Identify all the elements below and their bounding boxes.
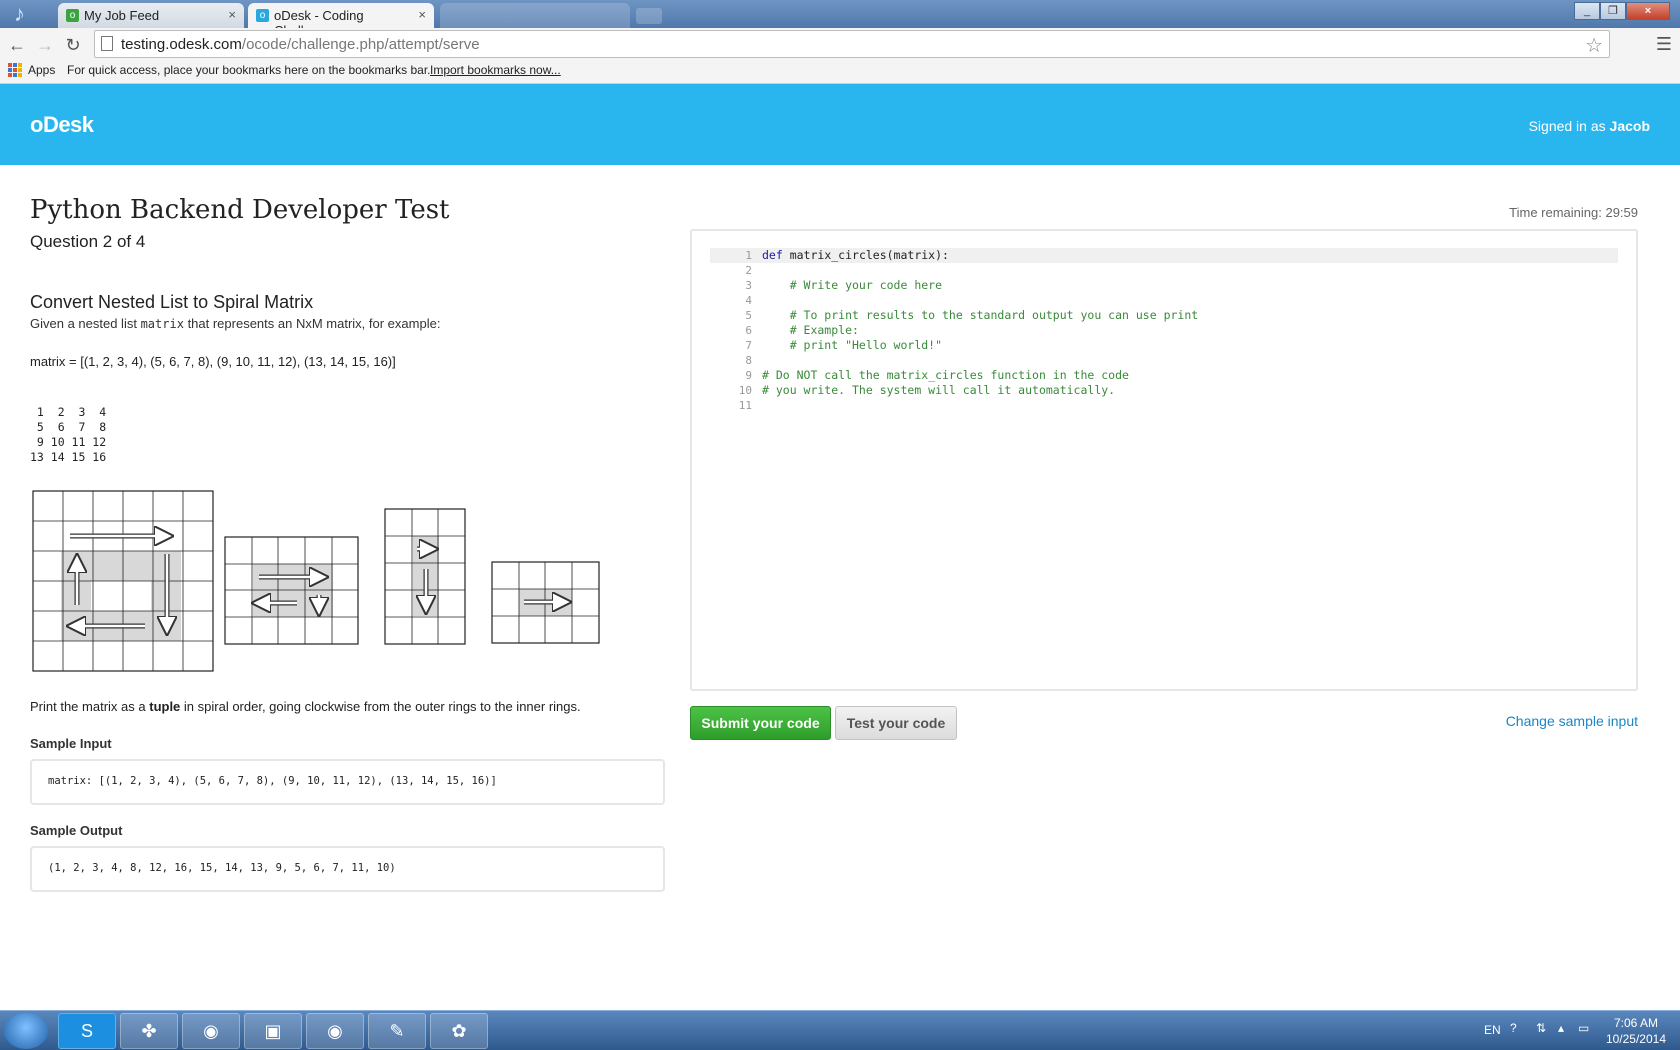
code-line[interactable]: 9 # Do NOT call the matrix_circles functi… [710, 368, 1618, 383]
odesk-favicon-icon: o [66, 9, 79, 22]
code-line[interactable]: 6 # Example: [710, 323, 1618, 338]
browser-toolbar: ← → ↻ testing.odesk.com/ocode/challenge.… [0, 28, 1680, 84]
tab-label: My Job Feed [84, 8, 160, 23]
code-line[interactable]: 8 [710, 353, 1618, 368]
code-line[interactable]: 1 def matrix_circles(matrix): [710, 248, 1618, 263]
close-window-icon[interactable]: × [1626, 2, 1670, 20]
code-text: # Write your code here [762, 278, 943, 292]
matrix-display: 1 2 3 4 5 6 7 8 9 10 11 12 13 14 15 16 [30, 405, 107, 464]
question-counter: Question 2 of 4 [30, 232, 146, 251]
site-header: oDesk Signed in as Jacob [0, 84, 1680, 165]
odesk-logo[interactable]: oDesk [30, 112, 94, 138]
hamburger-menu-icon[interactable]: ☰ [1656, 34, 1672, 55]
problem-description: Given a nested list matrix that represen… [30, 316, 441, 331]
user-name[interactable]: Jacob [1610, 118, 1650, 134]
forward-arrow-icon[interactable]: → [32, 32, 58, 58]
code-line[interactable]: 11 [710, 398, 1618, 413]
close-tab-icon[interactable]: × [228, 7, 236, 22]
change-sample-input-link[interactable]: Change sample input [1506, 713, 1638, 729]
tab-background[interactable] [440, 3, 630, 28]
apps-link[interactable]: Apps [28, 63, 55, 77]
problem-title: Convert Nested List to Spiral Matrix [30, 292, 314, 312]
code-line[interactable]: 2 [710, 263, 1618, 278]
tab-coding-challenge[interactable]: o oDesk - Coding Challenge × [248, 3, 434, 38]
time-remaining: Time remaining: 29:59 [1509, 205, 1638, 220]
sample-input-box: matrix: [(1, 2, 3, 4), (5, 6, 7, 8), (9,… [30, 759, 665, 805]
browser-titlebar: ♪ o My Job Feed × o oDesk - Coding Chall… [0, 0, 1680, 38]
page-title: Python Backend Developer Test [30, 195, 450, 225]
clover-icon[interactable]: ✤ [120, 1013, 178, 1049]
language-indicator[interactable]: EN [1484, 1023, 1501, 1037]
bookmarks-message: For quick access, place your bookmarks h… [67, 63, 431, 77]
code-line[interactable]: 5 # To print results to the standard out… [710, 308, 1618, 323]
line-number: 4 [745, 294, 752, 307]
minimize-icon[interactable]: _ [1574, 2, 1600, 20]
line-number: 6 [745, 324, 752, 337]
grid-6x6 [32, 490, 214, 672]
grid-3x5 [384, 508, 466, 645]
palette-icon[interactable]: ✿ [430, 1013, 488, 1049]
line-number: 5 [745, 309, 752, 322]
chrome-alt-icon[interactable]: ◉ [306, 1013, 364, 1049]
line-number: 1 [745, 249, 752, 262]
bookmarks-bar: Apps For quick access, place your bookma… [0, 58, 1680, 82]
bookmark-star-icon[interactable]: ☆ [1585, 33, 1603, 58]
close-tab-icon[interactable]: × [418, 7, 426, 22]
line-number: 8 [745, 354, 752, 367]
spiral-diagram [32, 490, 600, 672]
grid-5x4 [224, 536, 359, 645]
url-text: testing.odesk.com/ocode/challenge.php/at… [121, 36, 480, 53]
code-line[interactable]: 10 # you write. The system will call it a… [710, 383, 1618, 398]
address-bar[interactable]: testing.odesk.com/ocode/challenge.php/at… [94, 30, 1610, 58]
start-button[interactable] [4, 1013, 48, 1049]
chrome-icon[interactable]: ◉ [182, 1013, 240, 1049]
signed-in-status: Signed in as Jacob [1528, 118, 1650, 134]
new-tab-button[interactable] [636, 8, 662, 24]
music-note-icon: ♪ [14, 1, 25, 26]
line-number: 10 [738, 384, 752, 397]
code-text: # print "Hello world!" [762, 338, 943, 352]
apps-grid-icon[interactable] [8, 63, 22, 77]
line-number: 11 [738, 399, 752, 412]
submit-code-button[interactable]: Submit your code [690, 706, 831, 740]
system-tray: EN ? ⇅ ▴ ▭ 7:06 AM 10/25/2014 [1480, 1011, 1680, 1050]
code-text: def matrix_circles(matrix): [762, 248, 949, 262]
code-line[interactable]: 3 # Write your code here [710, 278, 1618, 293]
windows-taskbar: S ✤ ◉ ▣ ◉ ✎ ✿ EN ? ⇅ ▴ ▭ 7:06 AM 10/25/2… [0, 1010, 1680, 1050]
code-text: # you write. The system will call it aut… [762, 383, 1116, 397]
skype-icon[interactable]: S [58, 1013, 116, 1049]
tab-my-job-feed[interactable]: o My Job Feed × [58, 3, 244, 28]
test-code-button[interactable]: Test your code [835, 706, 957, 740]
problem-instructions: Print the matrix as a tuple in spiral or… [30, 699, 581, 714]
network-icon[interactable]: ⇅ [1536, 1021, 1546, 1035]
line-number: 2 [745, 264, 752, 277]
line-number: 7 [745, 339, 752, 352]
odesk-favicon-icon: o [256, 9, 269, 22]
maximize-icon[interactable]: ❐ [1600, 2, 1626, 20]
code-line[interactable]: 7 # print "Hello world!" [710, 338, 1618, 353]
page-icon [101, 36, 113, 51]
clock[interactable]: 7:06 AM 10/25/2014 [1606, 1015, 1666, 1047]
action-center-icon[interactable]: ▭ [1578, 1021, 1589, 1035]
sample-output-box: (1, 2, 3, 4, 8, 12, 16, 15, 14, 13, 9, 5… [30, 846, 665, 892]
sample-input-label: Sample Input [30, 736, 112, 751]
line-number: 3 [745, 279, 752, 292]
paint-tool-icon[interactable]: ✎ [368, 1013, 426, 1049]
code-line[interactable]: 4 [710, 293, 1618, 308]
code-text: # Do NOT call the matrix_circles functio… [762, 368, 1129, 382]
import-bookmarks-link[interactable]: Import bookmarks now... [430, 63, 561, 77]
code-text: # To print results to the standard outpu… [762, 308, 1199, 322]
grid-4x3 [491, 561, 600, 644]
help-icon[interactable]: ? [1510, 1021, 1517, 1035]
line-number: 9 [745, 369, 752, 382]
back-arrow-icon[interactable]: ← [4, 32, 30, 58]
sample-output-label: Sample Output [30, 823, 123, 838]
reload-icon[interactable]: ↻ [60, 32, 86, 58]
book-app-icon[interactable]: ▣ [244, 1013, 302, 1049]
window-controls: _ ❐ × [1574, 2, 1670, 20]
tray-expand-icon[interactable]: ▴ [1558, 1021, 1564, 1035]
code-editor[interactable]: 1 def matrix_circles(matrix): 2 3 # Write y… [690, 229, 1638, 691]
code-text: # Example: [762, 323, 859, 337]
problem-example: matrix = [(1, 2, 3, 4), (5, 6, 7, 8), (9… [30, 354, 396, 369]
